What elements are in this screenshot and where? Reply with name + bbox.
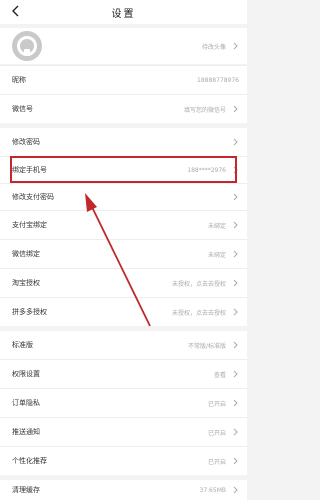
- setting-row-taobao[interactable]: 淘宝授权 未授权，点去去授权: [0, 269, 247, 297]
- setting-value: 未授权，点去去授权: [171, 280, 226, 288]
- setting-value: 未绑定: [207, 251, 226, 259]
- setting-row-nickname[interactable]: 昵称 18888778976: [0, 66, 247, 94]
- setting-value: 已开启: [207, 429, 226, 437]
- setting-value: 查看: [213, 371, 226, 379]
- setting-row-standard[interactable]: 标准版 不常版/标准版: [0, 331, 247, 359]
- setting-label: 拼多多授权: [12, 308, 47, 316]
- setting-label: 修改支付密码: [12, 193, 54, 201]
- chevron-right-icon: [231, 221, 239, 229]
- setting-row-wechat[interactable]: 微信号 填写您的微信号: [0, 95, 247, 123]
- chevron-right-icon: [231, 428, 239, 436]
- setting-row-alipay[interactable]: 支付宝绑定 未绑定: [0, 211, 247, 239]
- setting-label: 微信绑定: [12, 250, 40, 258]
- setting-value: 已开启: [207, 458, 226, 466]
- setting-row-cache[interactable]: 清理缓存 37.65MB: [0, 480, 247, 500]
- setting-label: 淘宝授权: [12, 279, 40, 287]
- chevron-right-icon: [231, 193, 239, 201]
- profile-avatar-row[interactable]: 待改头像: [0, 28, 247, 64]
- chevron-right-icon: [231, 370, 239, 378]
- setting-value: 填写您的微信号: [183, 106, 226, 114]
- setting-label: 标准版: [12, 341, 33, 349]
- setting-label: 支付宝绑定: [12, 221, 47, 229]
- highlight-box: [10, 156, 237, 183]
- setting-label: 权限设置: [12, 370, 40, 378]
- setting-label: 微信号: [12, 105, 33, 113]
- chevron-right-icon: [231, 457, 239, 465]
- setting-row-order-privacy[interactable]: 订单隐私 已开启: [0, 389, 247, 417]
- chevron-right-icon: [231, 399, 239, 407]
- chevron-right-icon: [231, 279, 239, 287]
- chevron-right-icon: [231, 138, 239, 146]
- setting-value: 37.65MB: [199, 486, 226, 494]
- setting-label: 推送通知: [12, 428, 40, 436]
- default-avatar-icon: [12, 31, 42, 61]
- setting-row-login-password[interactable]: 修改密码: [0, 128, 247, 156]
- chevron-right-icon: [231, 308, 239, 316]
- page-title: 设置: [111, 9, 136, 20]
- setting-label: 昵称: [12, 76, 26, 84]
- setting-row-pay-password[interactable]: 修改支付密码: [0, 184, 247, 210]
- setting-row-push[interactable]: 推送通知 已开启: [0, 418, 247, 446]
- setting-label: 订单隐私: [12, 399, 40, 407]
- setting-value: 未绑定: [207, 222, 226, 230]
- setting-row-permissions[interactable]: 权限设置 查看: [0, 360, 247, 388]
- setting-label: 清理缓存: [12, 486, 40, 494]
- setting-row-personalized[interactable]: 个性化推荐 已开启: [0, 447, 247, 475]
- chevron-right-icon: [231, 250, 239, 258]
- chevron-right-icon: [231, 42, 239, 50]
- setting-row-pinduoduo[interactable]: 拼多多授权 未授权，点去去授权: [0, 298, 247, 326]
- setting-label: 个性化推荐: [12, 457, 47, 465]
- setting-value: 未授权，点去去授权: [171, 309, 226, 317]
- profile-avatar-hint: 待改头像: [201, 43, 226, 51]
- chevron-right-icon: [231, 486, 239, 494]
- setting-row-wechat-bind[interactable]: 微信绑定 未绑定: [0, 240, 247, 268]
- chevron-right-icon: [231, 341, 239, 349]
- navigation-bar: 设置: [0, 0, 247, 24]
- setting-value: 已开启: [207, 400, 226, 408]
- setting-label: 修改密码: [12, 138, 40, 146]
- setting-value: 不常版/标准版: [187, 342, 226, 350]
- setting-value: 18888778976: [197, 76, 239, 84]
- chevron-right-icon: [231, 105, 239, 113]
